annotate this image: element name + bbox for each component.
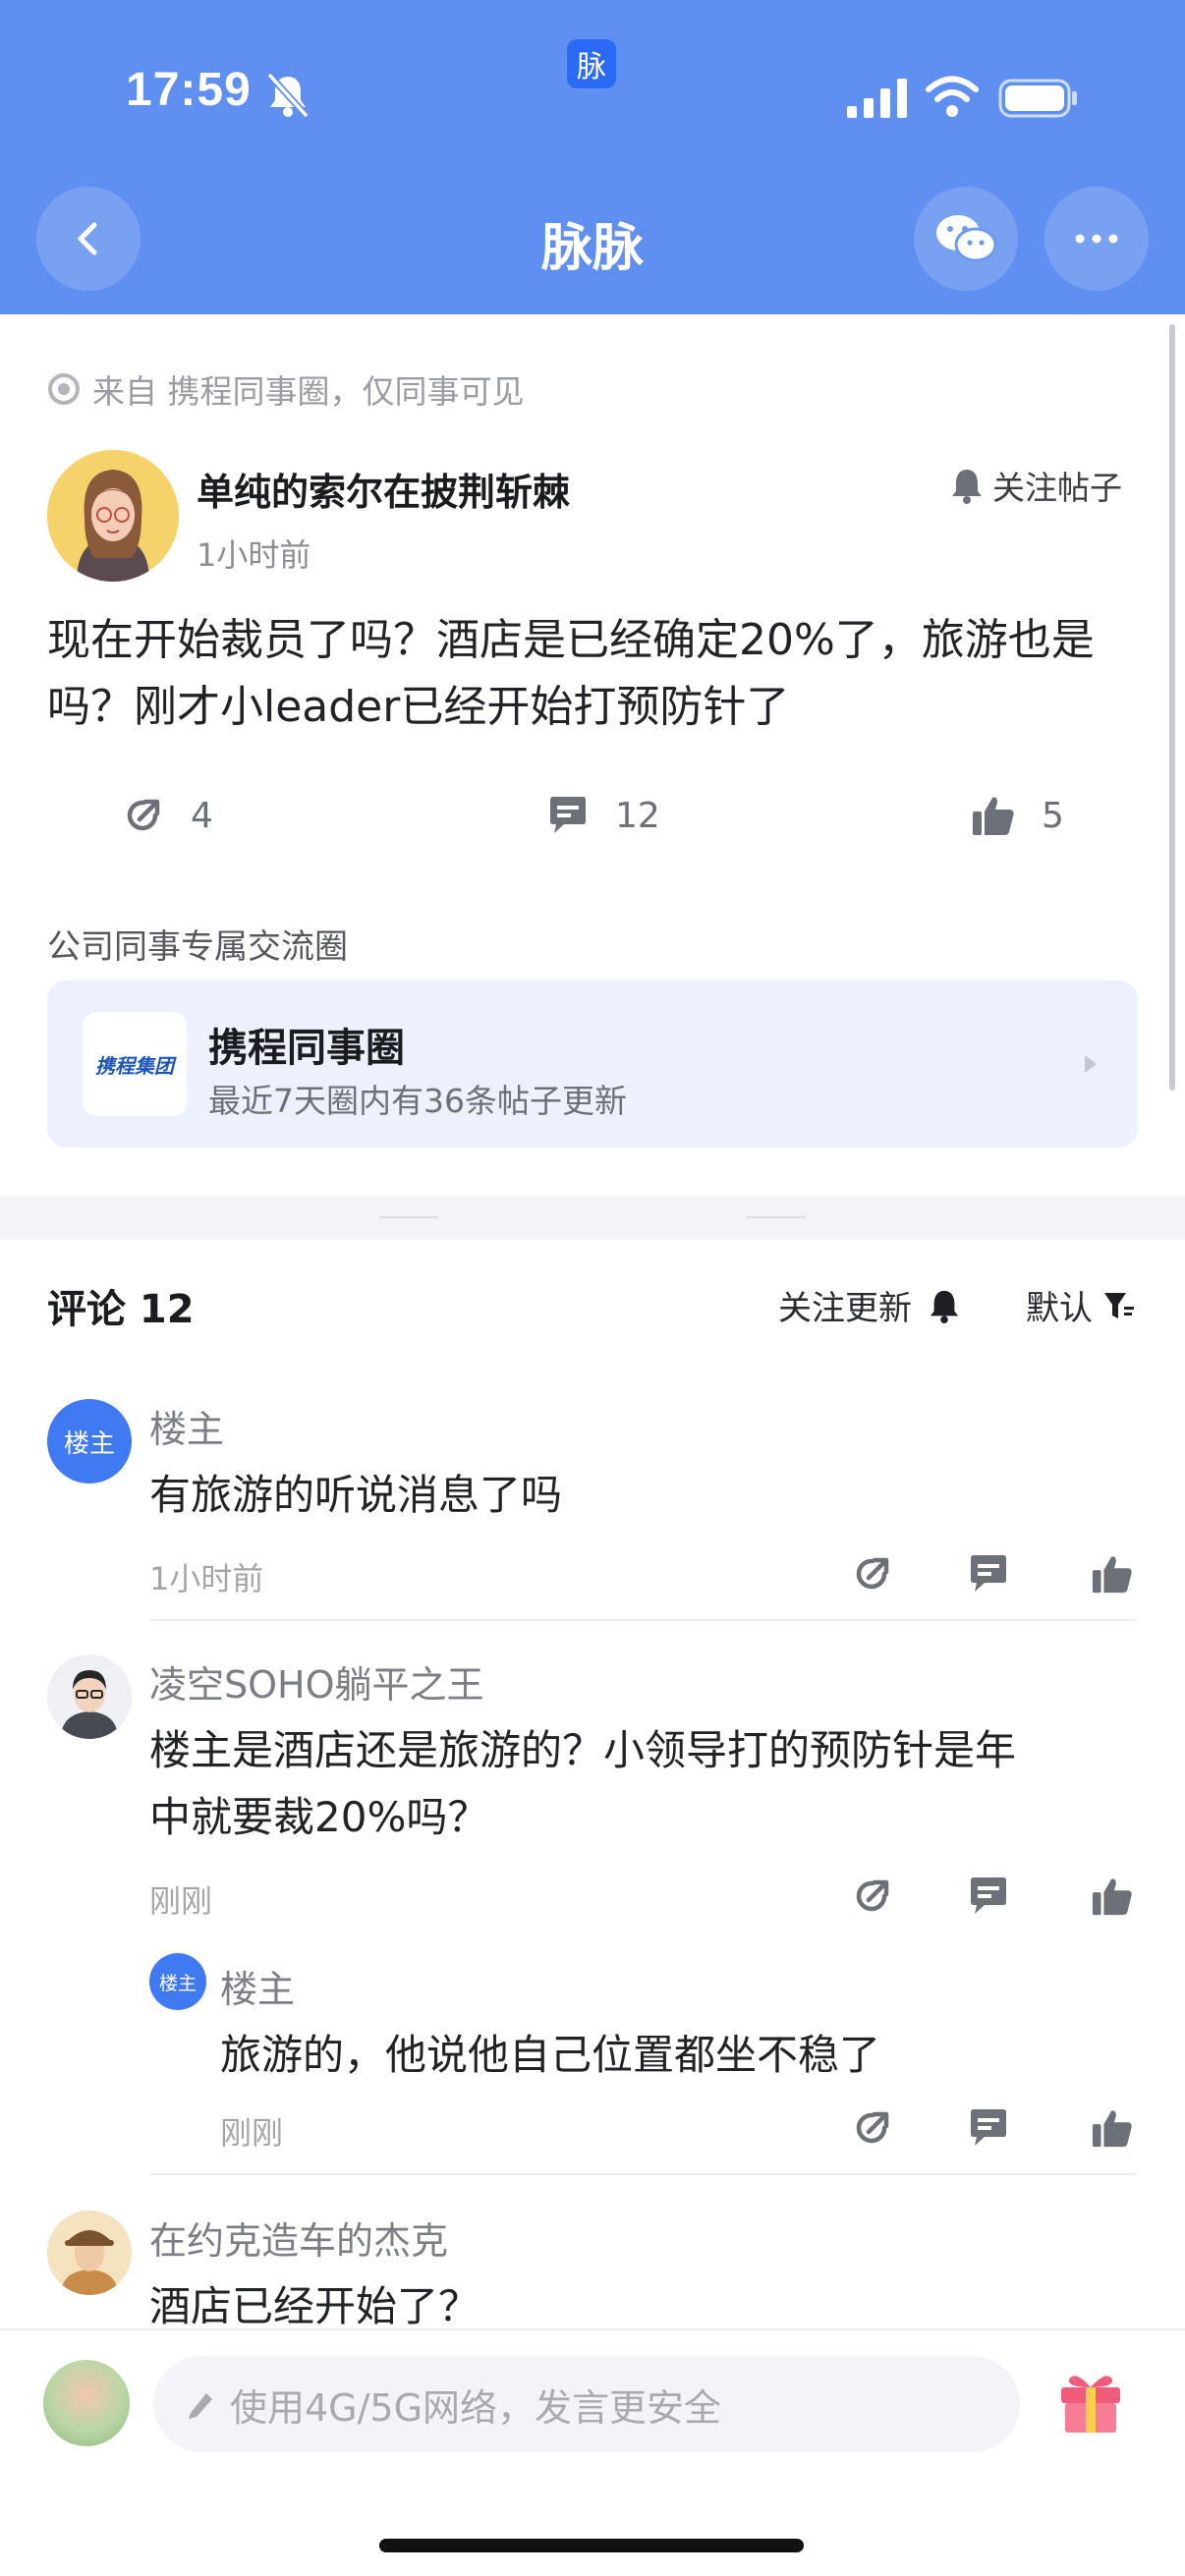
follow-post-button[interactable]: 关注帖子 xyxy=(949,462,1122,509)
avatar-illustration xyxy=(47,1654,132,1739)
reply-icon[interactable] xyxy=(967,2106,1010,2150)
circle-section-label: 公司同事专属交流圈 xyxy=(47,927,348,967)
thumbs-up-icon[interactable] xyxy=(1091,1552,1134,1596)
wifi-icon xyxy=(926,76,979,117)
comment-time: 1小时前 xyxy=(149,1560,264,1597)
circle-desc: 最近7天圈内有36条帖子更新 xyxy=(208,1082,627,1120)
play-arrow-icon xyxy=(1085,1055,1097,1073)
gift-icon[interactable] xyxy=(1055,2366,1126,2436)
silent-bell-icon xyxy=(266,72,310,118)
filter-icon xyxy=(1104,1292,1134,1318)
post-source: 来自 携程同事圈，仅同事可见 xyxy=(47,365,525,413)
author-avatar[interactable] xyxy=(47,450,179,582)
comment-author[interactable]: 在约克造车的杰克 xyxy=(149,2211,448,2265)
more-dots-icon xyxy=(1075,234,1118,244)
comment-icon xyxy=(550,797,586,833)
comment-time: 刚刚 xyxy=(149,1882,213,1920)
reply-author[interactable]: 楼主 xyxy=(220,1959,295,2013)
comment-button[interactable]: 12 xyxy=(546,794,660,837)
pen-icon xyxy=(189,2393,212,2419)
battery-icon xyxy=(998,79,1077,118)
post-source-text: 来自 携程同事圈，仅同事可见 xyxy=(92,372,525,411)
share-icon[interactable] xyxy=(851,1875,894,1918)
sort-label: 默认 xyxy=(1026,1289,1093,1328)
more-options-button[interactable] xyxy=(1044,187,1149,291)
wechat-icon xyxy=(936,215,997,262)
share-icon xyxy=(127,799,160,831)
circle-name: 携程同事圈 xyxy=(208,1026,405,1071)
share-icon[interactable] xyxy=(851,1552,894,1596)
comment-author[interactable]: 凌空SOHO躺平之王 xyxy=(149,1654,484,1708)
share-icon[interactable] xyxy=(851,2106,894,2150)
status-time: 17:59 xyxy=(126,64,252,116)
app-badge-icon: 脉 xyxy=(567,39,616,88)
comment-text-line-1: 楼主是酒店还是旅游的？小领导打的预防针是年 xyxy=(149,1726,1017,1774)
app-header: 17:59 脉 脉脉 xyxy=(0,0,1185,314)
comment-author[interactable]: 楼主 xyxy=(149,1399,224,1453)
follow-updates-button[interactable]: 关注更新 xyxy=(778,1281,961,1329)
comment-divider xyxy=(149,1619,1138,1621)
like-count: 5 xyxy=(1042,795,1064,836)
cellular-signal-icon xyxy=(847,79,907,118)
separator-line xyxy=(747,1216,806,1218)
circle-logo: 携程集团 xyxy=(83,1012,187,1116)
wechat-share-button[interactable] xyxy=(914,187,1018,291)
thumbs-up-icon[interactable] xyxy=(1091,2106,1134,2150)
like-button[interactable]: 5 xyxy=(971,794,1064,837)
reply-icon[interactable] xyxy=(967,1875,1010,1918)
author-avatar-illustration xyxy=(47,450,179,582)
comment-count: 12 xyxy=(615,795,660,836)
thumbs-up-icon xyxy=(973,797,1014,835)
reply-icon[interactable] xyxy=(967,1552,1010,1596)
reply-text: 旅游的，他说他自己位置都坐不稳了 xyxy=(220,2031,881,2079)
author-name[interactable]: 单纯的索尔在披荆斩棘 xyxy=(197,462,570,516)
avatar-illustration xyxy=(47,2211,132,2295)
share-button[interactable]: 4 xyxy=(122,794,213,837)
commenter-avatar[interactable] xyxy=(47,1654,132,1739)
thumbs-up-icon[interactable] xyxy=(1091,1875,1134,1918)
op-badge-avatar[interactable]: 楼主 xyxy=(47,1399,132,1484)
reply-time: 刚刚 xyxy=(220,2114,284,2152)
comment-text-line-2: 中就要裁20%吗？ xyxy=(149,1793,489,1841)
circle-card[interactable]: 携程集团 携程同事圈 最近7天圈内有36条帖子更新 xyxy=(47,980,1138,1148)
comment-divider xyxy=(149,2173,1138,2175)
source-circle-icon xyxy=(48,373,80,405)
post-time: 1小时前 xyxy=(197,536,311,574)
comment-input-placeholder: 使用4G/5G网络，发言更安全 xyxy=(230,2385,722,2430)
comment-input[interactable]: 使用4G/5G网络，发言更安全 xyxy=(153,2356,1020,2452)
comments-title: 评论 12 xyxy=(47,1287,195,1332)
commenter-avatar[interactable] xyxy=(47,2211,132,2295)
home-indicator[interactable] xyxy=(379,2539,804,2552)
my-avatar[interactable] xyxy=(43,2360,130,2446)
section-separator xyxy=(0,1197,1185,1240)
share-count: 4 xyxy=(191,795,213,836)
bell-icon xyxy=(930,1290,959,1323)
op-badge-avatar[interactable]: 楼主 xyxy=(149,1953,206,2010)
post-body: 现在开始裁员了吗？酒店是已经确定20%了，旅游也是吗？刚才小leader已经开始… xyxy=(47,615,1095,732)
sort-dropdown[interactable]: 默认 xyxy=(1026,1281,1136,1329)
separator-line xyxy=(379,1216,438,1218)
scrollbar[interactable] xyxy=(1169,324,1175,1091)
bell-icon xyxy=(952,470,982,504)
follow-updates-label: 关注更新 xyxy=(778,1289,912,1328)
comment-text: 有旅游的听说消息了吗 xyxy=(149,1471,563,1519)
follow-post-label: 关注帖子 xyxy=(992,469,1122,507)
